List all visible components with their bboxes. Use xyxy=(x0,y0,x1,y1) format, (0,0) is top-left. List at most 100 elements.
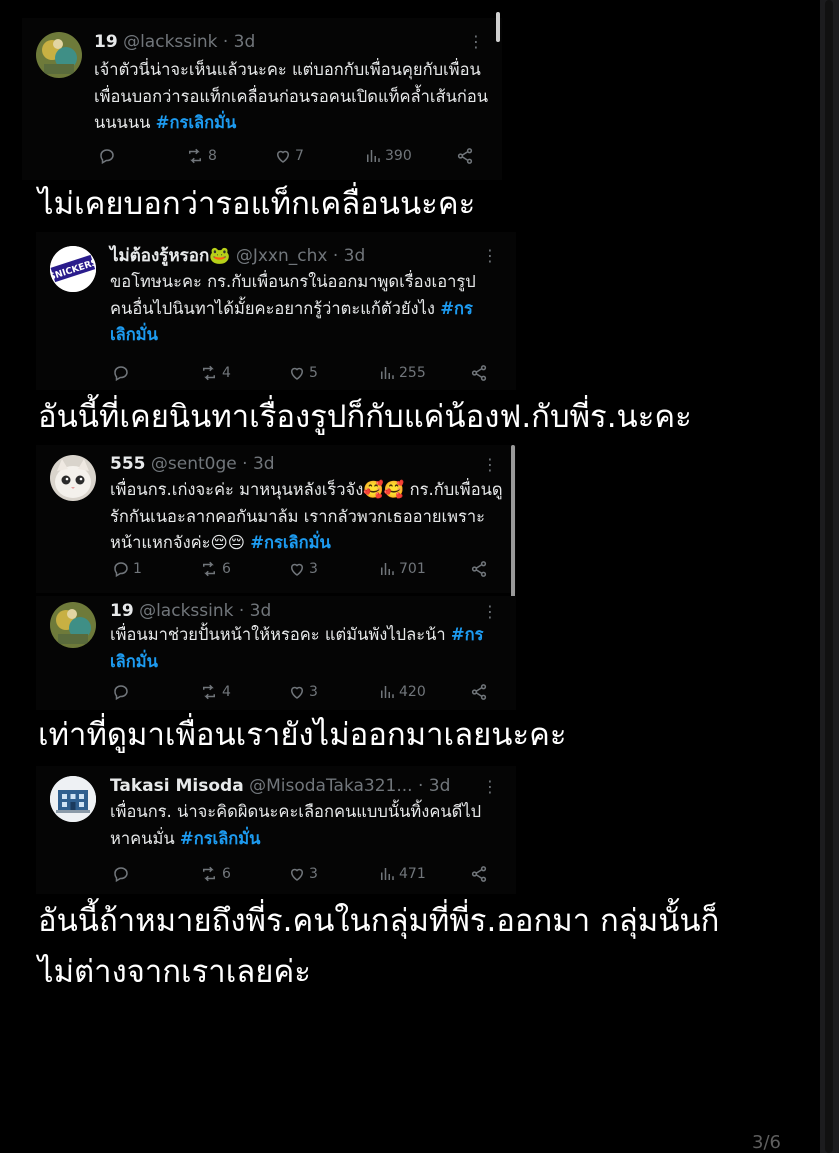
retweet-count: 6 xyxy=(222,866,231,882)
reply-button[interactable]: 1 xyxy=(112,560,142,578)
share-icon xyxy=(471,365,487,381)
reply-button[interactable] xyxy=(112,683,133,701)
retweet-button[interactable]: 8 xyxy=(185,147,217,165)
retweet-icon xyxy=(189,148,201,164)
display-name[interactable]: 19 xyxy=(94,32,118,52)
hashtag-link[interactable]: #กรเลิกมั่น xyxy=(156,113,237,132)
timestamp[interactable]: · 3d xyxy=(242,454,274,474)
retweet-icon xyxy=(203,561,215,577)
views-count: 390 xyxy=(385,148,412,164)
tweet-card[interactable]: 19 @lackssink · 3d ⋮ เจ้าตัวนี่น่าจะเห็น… xyxy=(22,18,502,180)
avatar[interactable] xyxy=(36,32,82,78)
views-button[interactable]: 471 xyxy=(378,865,426,883)
display-name[interactable]: 19 xyxy=(110,601,134,621)
like-count: 3 xyxy=(309,561,318,577)
like-count: 3 xyxy=(309,684,318,700)
tweet-actions: 4 3 420 xyxy=(112,683,502,703)
like-button[interactable]: 3 xyxy=(288,865,318,883)
heart-icon xyxy=(276,150,290,163)
user-handle[interactable]: @MisodaTaka321... xyxy=(249,776,412,796)
reply-icon xyxy=(114,366,128,382)
page-scrollbar-thumb[interactable] xyxy=(825,0,833,1153)
tweet-scrollbar[interactable] xyxy=(511,445,515,601)
views-count: 420 xyxy=(399,684,426,700)
timestamp[interactable]: · 3d xyxy=(333,246,365,266)
heart-icon xyxy=(290,367,304,380)
reply-count: 1 xyxy=(133,561,142,577)
avatar[interactable]: SNICKERS xyxy=(50,246,96,292)
views-button[interactable]: 420 xyxy=(378,683,426,701)
views-button[interactable]: 390 xyxy=(364,147,412,165)
page-scrollbar[interactable] xyxy=(820,0,839,1153)
more-options-icon[interactable]: ⋮ xyxy=(482,779,498,795)
user-handle[interactable]: @Jxxn_chx xyxy=(236,246,328,266)
like-button[interactable]: 3 xyxy=(288,560,318,578)
like-button[interactable]: 7 xyxy=(274,147,304,165)
hashtag-link[interactable]: #กรเลิกมั่น xyxy=(250,533,331,552)
share-button[interactable] xyxy=(470,683,488,701)
tweet-card[interactable]: SNICKERS ไม่ต้องรู้หรอก🐸 @Jxxn_chx · 3d … xyxy=(36,232,516,390)
user-handle[interactable]: @lackssink xyxy=(123,32,217,52)
views-icon xyxy=(381,686,394,698)
reply-button[interactable] xyxy=(112,865,133,883)
share-icon xyxy=(471,866,487,882)
retweet-count: 4 xyxy=(222,365,231,381)
tweet-card[interactable]: Takasi Misoda @MisodaTaka321... · 3d ⋮ เ… xyxy=(36,766,516,894)
more-options-icon[interactable]: ⋮ xyxy=(482,457,498,473)
share-button[interactable] xyxy=(470,865,488,883)
hashtag-link[interactable]: #กรเลิกมั่น xyxy=(180,829,261,848)
share-icon xyxy=(471,684,487,700)
display-name[interactable]: 555 xyxy=(110,454,146,474)
reply-icon xyxy=(100,149,114,165)
tweet-text: ขอโทษนะคะ กร.กับเพื่อนกรใน่ออกมาพูดเรื่อ… xyxy=(110,272,476,318)
views-icon xyxy=(381,367,394,379)
retweet-icon xyxy=(203,684,215,700)
share-icon xyxy=(471,561,487,577)
tweet-actions: 4 5 255 xyxy=(112,364,502,384)
share-button[interactable] xyxy=(470,364,488,382)
retweet-button[interactable]: 6 xyxy=(199,560,231,578)
tweet-text-container: เพื่อนกร.เก่งจะค่ะ มาหนุนหลังเร็วจัง🥰🥰 ก… xyxy=(110,477,505,557)
more-options-icon[interactable]: ⋮ xyxy=(482,604,498,620)
views-icon xyxy=(381,868,394,880)
tweet-actions: 8 7 390 xyxy=(98,147,488,167)
retweet-button[interactable]: 4 xyxy=(199,364,231,382)
retweet-icon xyxy=(203,365,215,381)
like-count: 3 xyxy=(309,866,318,882)
views-button[interactable]: 701 xyxy=(378,560,426,578)
user-handle[interactable]: @sent0ge xyxy=(151,454,237,474)
like-count: 5 xyxy=(309,365,318,381)
user-handle[interactable]: @lackssink xyxy=(139,601,233,621)
avatar[interactable] xyxy=(50,602,96,648)
heart-icon xyxy=(290,686,304,699)
page-indicator: 3/6 xyxy=(752,1132,781,1153)
retweet-count: 4 xyxy=(222,684,231,700)
avatar[interactable] xyxy=(50,776,96,822)
display-name[interactable]: ไม่ต้องรู้หรอก🐸 xyxy=(110,246,230,266)
retweet-count: 6 xyxy=(222,561,231,577)
tweet-card[interactable]: 555 @sent0ge · 3d ⋮ เพื่อนกร.เก่งจะค่ะ ม… xyxy=(36,445,516,593)
timestamp[interactable]: · 3d xyxy=(239,601,271,621)
retweet-button[interactable]: 6 xyxy=(199,865,231,883)
views-icon xyxy=(381,563,394,575)
timestamp[interactable]: · 3d xyxy=(223,32,255,52)
like-button[interactable]: 5 xyxy=(288,364,318,382)
reply-icon xyxy=(114,685,128,701)
like-button[interactable]: 3 xyxy=(288,683,318,701)
more-options-icon[interactable]: ⋮ xyxy=(482,248,498,264)
share-button[interactable] xyxy=(456,147,474,165)
avatar[interactable] xyxy=(50,455,96,501)
timestamp[interactable]: · 3d xyxy=(418,776,450,796)
more-options-icon[interactable]: ⋮ xyxy=(468,34,484,50)
reply-button[interactable] xyxy=(98,147,119,165)
display-name[interactable]: Takasi Misoda xyxy=(110,776,244,796)
share-button[interactable] xyxy=(470,560,488,578)
tweet-card[interactable]: 19 @lackssink · 3d ⋮ เพื่อนมาช่วยปั้นหน้… xyxy=(36,596,516,710)
tweet-text-container: เจ้าตัวนี่น่าจะเห็นแล้วนะคะ แต่บอกกับเพื… xyxy=(94,57,502,137)
tweet-scrollbar[interactable] xyxy=(496,12,500,42)
reply-button[interactable] xyxy=(112,364,133,382)
heart-icon xyxy=(290,868,304,881)
views-button[interactable]: 255 xyxy=(378,364,426,382)
heart-icon xyxy=(290,563,304,576)
retweet-button[interactable]: 4 xyxy=(199,683,231,701)
